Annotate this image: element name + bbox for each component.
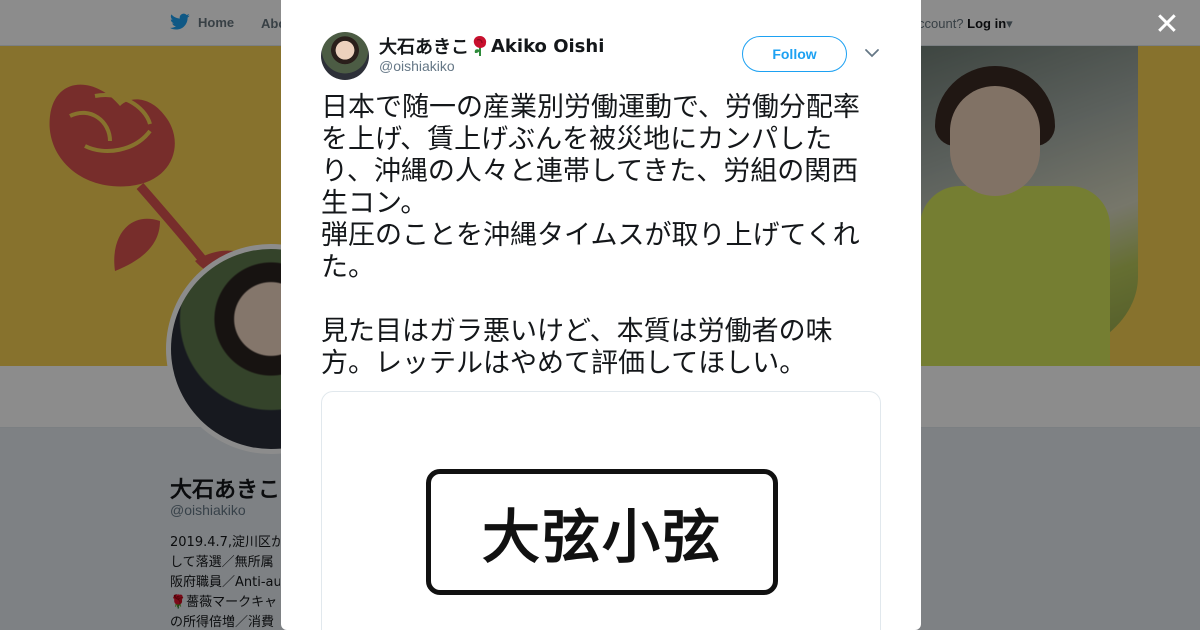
- author-name-jp: 大石あきこ: [379, 37, 469, 58]
- follow-button[interactable]: Follow: [742, 36, 847, 72]
- rose-icon: [473, 36, 487, 56]
- chevron-down-icon[interactable]: [864, 45, 880, 61]
- media-title: 大弦小弦: [481, 503, 722, 571]
- author-name[interactable]: 大石あきこ Akiko Oishi: [379, 33, 604, 59]
- author-avatar[interactable]: [321, 32, 369, 80]
- tweet-media-card[interactable]: 大弦小弦: [321, 391, 881, 630]
- tweet-text: 日本で随一の産業別労働運動で、労働分配率を上げ、賃上げぶんを被災地にカンパしたり…: [321, 92, 860, 379]
- media-title-seal: 大弦小弦: [426, 469, 778, 595]
- author-name-latin: Akiko Oishi: [491, 35, 605, 57]
- close-icon[interactable]: ✕: [1152, 10, 1182, 40]
- author-handle[interactable]: @oishiakiko: [379, 58, 455, 74]
- tweet-modal: 大石あきこ Akiko Oishi @oishiakiko Follow 日本で…: [281, 0, 921, 630]
